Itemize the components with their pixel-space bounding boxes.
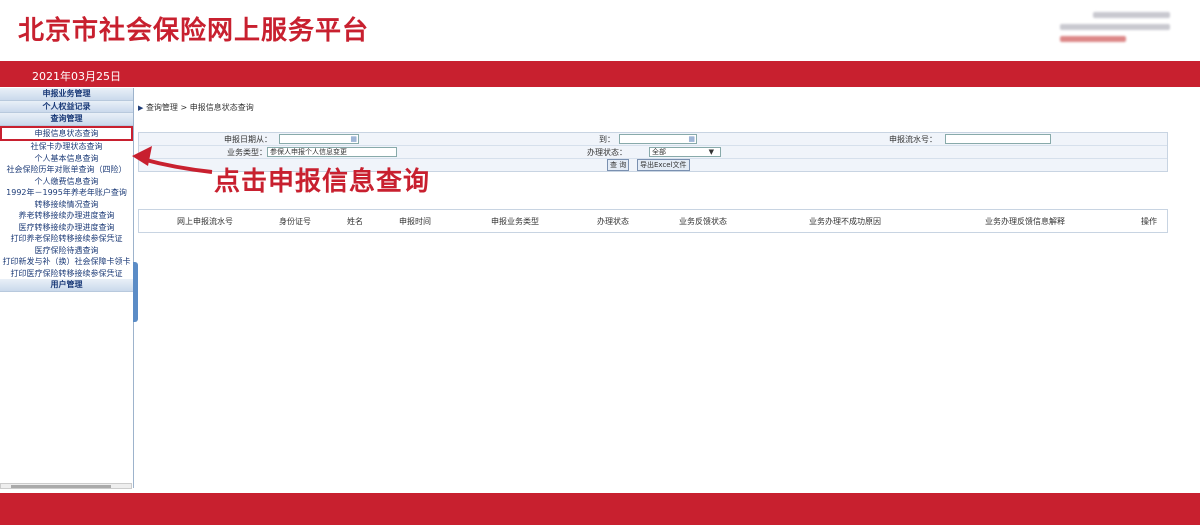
sidebar: 申报业务管理 个人权益记录 查询管理 申报信息状态查询 社保卡办理状态查询 个人基本信息查… — [0, 88, 134, 489]
sidebar-menu: 申报业务管理 个人权益记录 查询管理 申报信息状态查询 社保卡办理状态查询 个人基本信息查… — [0, 88, 133, 292]
date-from-input[interactable]: ▦ — [279, 134, 359, 144]
header: 北京市社会保险网上服务平台 — [0, 0, 1200, 60]
sidebar-item-15[interactable]: 打印医疗保险转移接续参保凭证 — [0, 268, 133, 280]
date-from-label: 申报日期从： — [224, 135, 272, 144]
sidebar-item-3[interactable]: 申报信息状态查询 — [0, 125, 133, 141]
serial-label: 申报流水号： — [889, 135, 937, 144]
query-button[interactable]: 查 询 — [607, 159, 630, 171]
date-to-input[interactable]: ▦ — [619, 134, 697, 144]
user-info-blurred — [1060, 6, 1170, 50]
status-label: 办理状态： — [587, 148, 627, 157]
sidebar-item-11[interactable]: 医疗转移接续办理进度查询 — [0, 222, 133, 234]
top-red-bar: 2021年03月25日 — [0, 61, 1200, 87]
status-select-value: 全部 — [652, 148, 666, 156]
current-date: 2021年03月25日 — [32, 70, 121, 83]
col-serial: 网上申报流水号 — [177, 217, 233, 226]
main-content: ▶ 查询管理 > 申报信息状态查询 申报日期从： ▦ 到： ▦ 申报流水号： 业… — [134, 88, 1200, 488]
form-row-dates: 申报日期从： ▦ 到： ▦ 申报流水号： — [139, 133, 1167, 146]
bottom-red-bar — [0, 493, 1200, 525]
sidebar-item-5[interactable]: 个人基本信息查询 — [0, 153, 133, 165]
scrollbar-thumb[interactable] — [11, 485, 111, 488]
sidebar-item-6[interactable]: 社会保险历年对账单查询（四险） — [0, 164, 133, 176]
col-feedback: 业务反馈状态 — [679, 217, 727, 226]
export-excel-button[interactable]: 导出Excel文件 — [637, 159, 690, 171]
col-actions: 操作 — [1141, 217, 1157, 226]
status-select[interactable]: 全部 ▼ — [649, 147, 721, 157]
sidebar-item-9[interactable]: 转移接续情况查询 — [0, 199, 133, 211]
col-name: 姓名 — [347, 217, 363, 226]
sidebar-scrollbar[interactable] — [0, 483, 132, 489]
sidebar-section-16[interactable]: 用户管理 — [0, 279, 133, 292]
form-row-type: 业务类型： 参保人申报个人信息变更 办理状态： 全部 ▼ — [139, 146, 1167, 159]
sidebar-item-4[interactable]: 社保卡办理状态查询 — [0, 141, 133, 153]
calendar-icon[interactable]: ▦ — [350, 135, 357, 143]
sidebar-item-7[interactable]: 个人缴费信息查询 — [0, 176, 133, 188]
annotation-callout: 点击申报信息查询 — [214, 167, 431, 197]
sidebar-item-8[interactable]: 1992年－1995年养老年账户查询 — [0, 187, 133, 199]
biz-type-select[interactable]: 参保人申报个人信息变更 — [267, 147, 397, 157]
date-to-label: 到： — [599, 135, 615, 144]
sidebar-item-13[interactable]: 医疗保险待遇查询 — [0, 245, 133, 257]
site-title: 北京市社会保险网上服务平台 — [18, 16, 370, 46]
breadcrumb: ▶ 查询管理 > 申报信息状态查询 — [138, 102, 254, 113]
sidebar-item-10[interactable]: 养老转移接续办理进度查询 — [0, 210, 133, 222]
biz-type-label: 业务类型： — [227, 148, 267, 157]
col-biz-type: 申报业务类型 — [491, 217, 539, 226]
sidebar-section-1[interactable]: 个人权益记录 — [0, 100, 133, 113]
results-table-header: 网上申报流水号 身份证号 姓名 申报时间 申报业务类型 办理状态 业务反馈状态 … — [138, 209, 1168, 233]
col-status: 办理状态 — [597, 217, 629, 226]
col-feedback-explain: 业务办理反馈信息解释 — [985, 217, 1065, 226]
col-fail-reason: 业务办理不成功原因 — [809, 217, 881, 226]
col-idcard: 身份证号 — [279, 217, 311, 226]
sidebar-section-0[interactable]: 申报业务管理 — [0, 88, 133, 101]
sidebar-section-2[interactable]: 查询管理 — [0, 113, 133, 126]
col-time: 申报时间 — [399, 217, 431, 226]
sidebar-item-14[interactable]: 打印新发与补（换）社会保障卡领卡 — [0, 256, 133, 268]
sidebar-item-12[interactable]: 打印养老保险转移接续参保凭证 — [0, 233, 133, 245]
chevron-down-icon[interactable]: ▼ — [709, 148, 714, 156]
breadcrumb-arrow-icon: ▶ — [138, 104, 144, 112]
serial-input[interactable] — [945, 134, 1051, 144]
calendar-icon[interactable]: ▦ — [688, 135, 695, 143]
breadcrumb-text: 查询管理 > 申报信息状态查询 — [145, 103, 254, 112]
